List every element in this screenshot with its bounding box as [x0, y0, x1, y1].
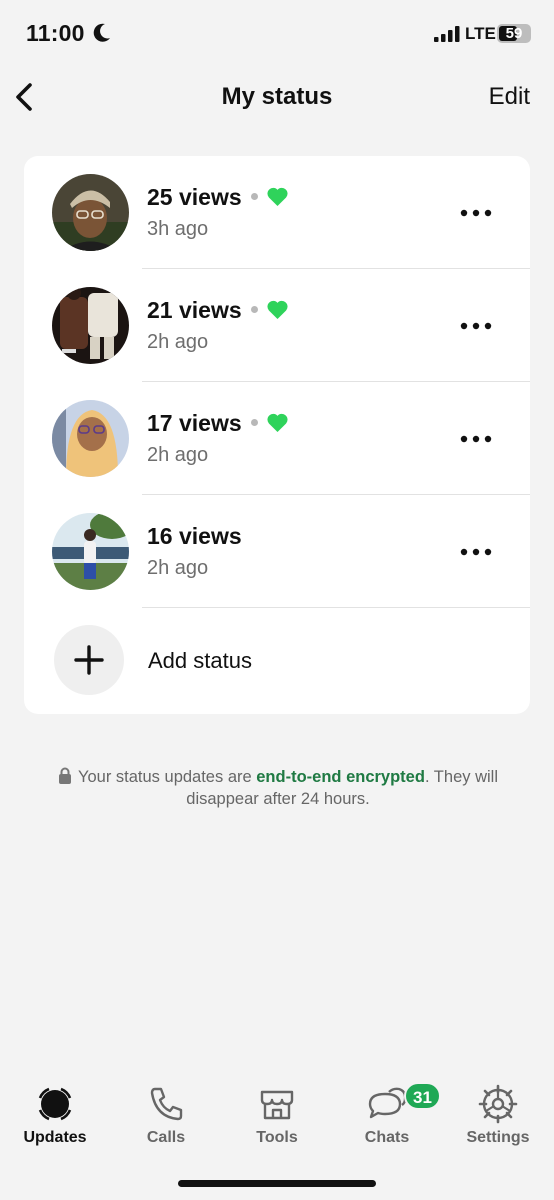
tab-label: Tools — [256, 1129, 298, 1146]
add-status-button[interactable] — [54, 625, 124, 695]
status-thumbnail[interactable] — [52, 513, 129, 590]
views-count: 17 views — [147, 410, 242, 436]
views-count: 16 views — [147, 523, 242, 549]
heart-icon — [267, 301, 288, 320]
tab-settings[interactable]: Settings — [448, 1078, 548, 1158]
encryption-note: Your status updates are end-to-end encry… — [26, 766, 530, 810]
views-count: 25 views — [147, 184, 242, 210]
page-title: My status — [221, 83, 333, 110]
edit-button[interactable]: Edit — [489, 83, 530, 111]
phone-icon — [150, 1087, 183, 1121]
status-thumbnail[interactable] — [52, 287, 129, 364]
separator-dot — [250, 193, 258, 201]
battery-level: 59 — [505, 25, 523, 42]
status-time-ago: 3h ago — [147, 218, 209, 240]
more-options-icon[interactable] — [456, 198, 496, 228]
add-status-row[interactable]: Add status — [24, 608, 530, 714]
encryption-prefix: Your status updates are — [77, 768, 257, 786]
updates-icon — [38, 1087, 72, 1121]
status-views: 25 views — [147, 184, 289, 211]
heart-icon — [267, 188, 288, 207]
more-options-icon[interactable] — [456, 537, 496, 567]
encryption-link[interactable]: end-to-end encrypted — [256, 768, 425, 786]
battery-icon: 59 — [497, 24, 531, 43]
status-row[interactable]: 25 views 3h ago — [24, 156, 530, 269]
status-thumbnail[interactable] — [52, 174, 129, 251]
lock-icon — [58, 767, 71, 784]
heart-icon — [267, 414, 288, 433]
status-views: 21 views — [147, 297, 289, 324]
tab-label: Settings — [466, 1129, 530, 1146]
add-status-label: Add status — [148, 648, 252, 673]
chat-bubbles-icon — [368, 1087, 407, 1119]
tab-label: Calls — [146, 1129, 186, 1146]
more-options-icon[interactable] — [456, 311, 496, 341]
status-time: 11:00 — [26, 20, 85, 46]
status-time-ago: 2h ago — [147, 557, 209, 579]
storefront-icon — [260, 1090, 294, 1120]
tab-tools[interactable]: Tools — [227, 1078, 327, 1158]
status-views: 16 views — [147, 523, 242, 550]
status-time-ago: 2h ago — [147, 444, 209, 466]
more-options-icon[interactable] — [456, 424, 496, 454]
status-list-card: 25 views 3h ago 21 views 2h ago 17 views… — [24, 156, 530, 714]
status-row[interactable]: 21 views 2h ago — [24, 269, 530, 382]
tab-label: Updates — [23, 1129, 87, 1146]
status-row[interactable]: 17 views 2h ago — [24, 382, 530, 495]
status-bar: 11:00 LTE 59 — [0, 0, 554, 66]
tab-label: Chats — [364, 1129, 410, 1146]
plus-icon — [74, 645, 104, 675]
moon-icon — [93, 23, 110, 42]
chats-unread-badge: 31 — [404, 1082, 441, 1110]
network-label: LTE — [465, 24, 496, 43]
separator-dot — [250, 419, 258, 427]
views-count: 21 views — [147, 297, 242, 323]
tab-calls[interactable]: Calls — [116, 1078, 216, 1158]
status-time-ago: 2h ago — [147, 331, 209, 353]
signal-icon — [434, 26, 460, 42]
status-row[interactable]: 16 views 2h ago — [24, 495, 530, 608]
status-views: 17 views — [147, 410, 289, 437]
home-indicator — [178, 1180, 376, 1187]
tab-updates[interactable]: Updates — [5, 1078, 105, 1158]
status-thumbnail[interactable] — [52, 400, 129, 477]
gear-icon — [478, 1084, 518, 1124]
separator-dot — [250, 306, 258, 314]
